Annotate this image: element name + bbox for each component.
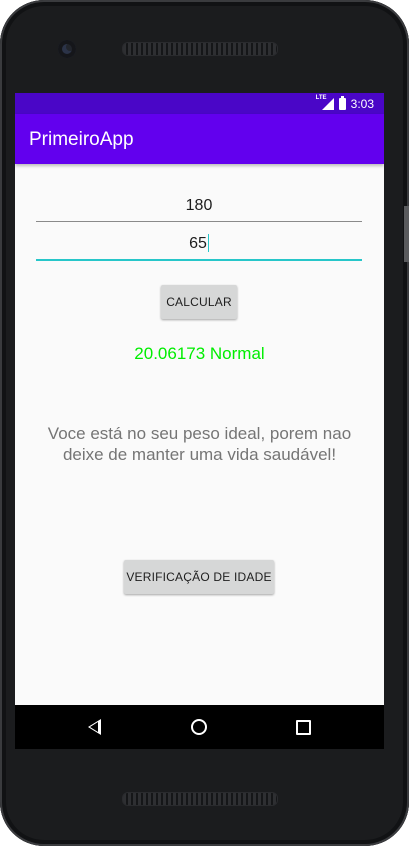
height-input[interactable]: 180 <box>36 189 362 222</box>
weight-input[interactable]: 65 <box>36 227 362 261</box>
status-time: 3:03 <box>350 96 374 111</box>
navigation-bar <box>15 705 384 749</box>
app-bar: PrimeiroApp <box>15 114 384 164</box>
screen: LTE 3:03 PrimeiroApp 180 65 CALCULAR 20.… <box>15 93 384 705</box>
front-camera <box>58 40 76 58</box>
age-check-button[interactable]: VERIFICAÇÃO DE IDADE <box>124 560 274 594</box>
calculate-button[interactable]: CALCULAR <box>161 285 237 319</box>
home-icon[interactable] <box>191 719 207 735</box>
advice-message: Voce está no seu peso ideal, porem nao d… <box>47 424 352 464</box>
back-icon[interactable] <box>88 719 101 735</box>
top-speaker <box>122 42 278 56</box>
text-cursor <box>207 234 209 252</box>
bottom-speaker <box>122 792 278 806</box>
height-value: 180 <box>185 197 213 214</box>
phone-frame: LTE 3:03 PrimeiroApp 180 65 CALCULAR 20.… <box>0 0 409 846</box>
status-bar: LTE 3:03 <box>15 93 384 114</box>
recents-icon[interactable] <box>296 720 311 735</box>
battery-charging-icon <box>338 95 346 110</box>
power-button <box>404 206 409 262</box>
lte-signal-icon: LTE <box>316 95 334 110</box>
weight-value: 65 <box>189 235 207 252</box>
app-title: PrimeiroApp <box>29 129 134 150</box>
bmi-result: 20.06173 Normal <box>134 344 265 363</box>
status-icons: LTE 3:03 <box>316 95 374 111</box>
